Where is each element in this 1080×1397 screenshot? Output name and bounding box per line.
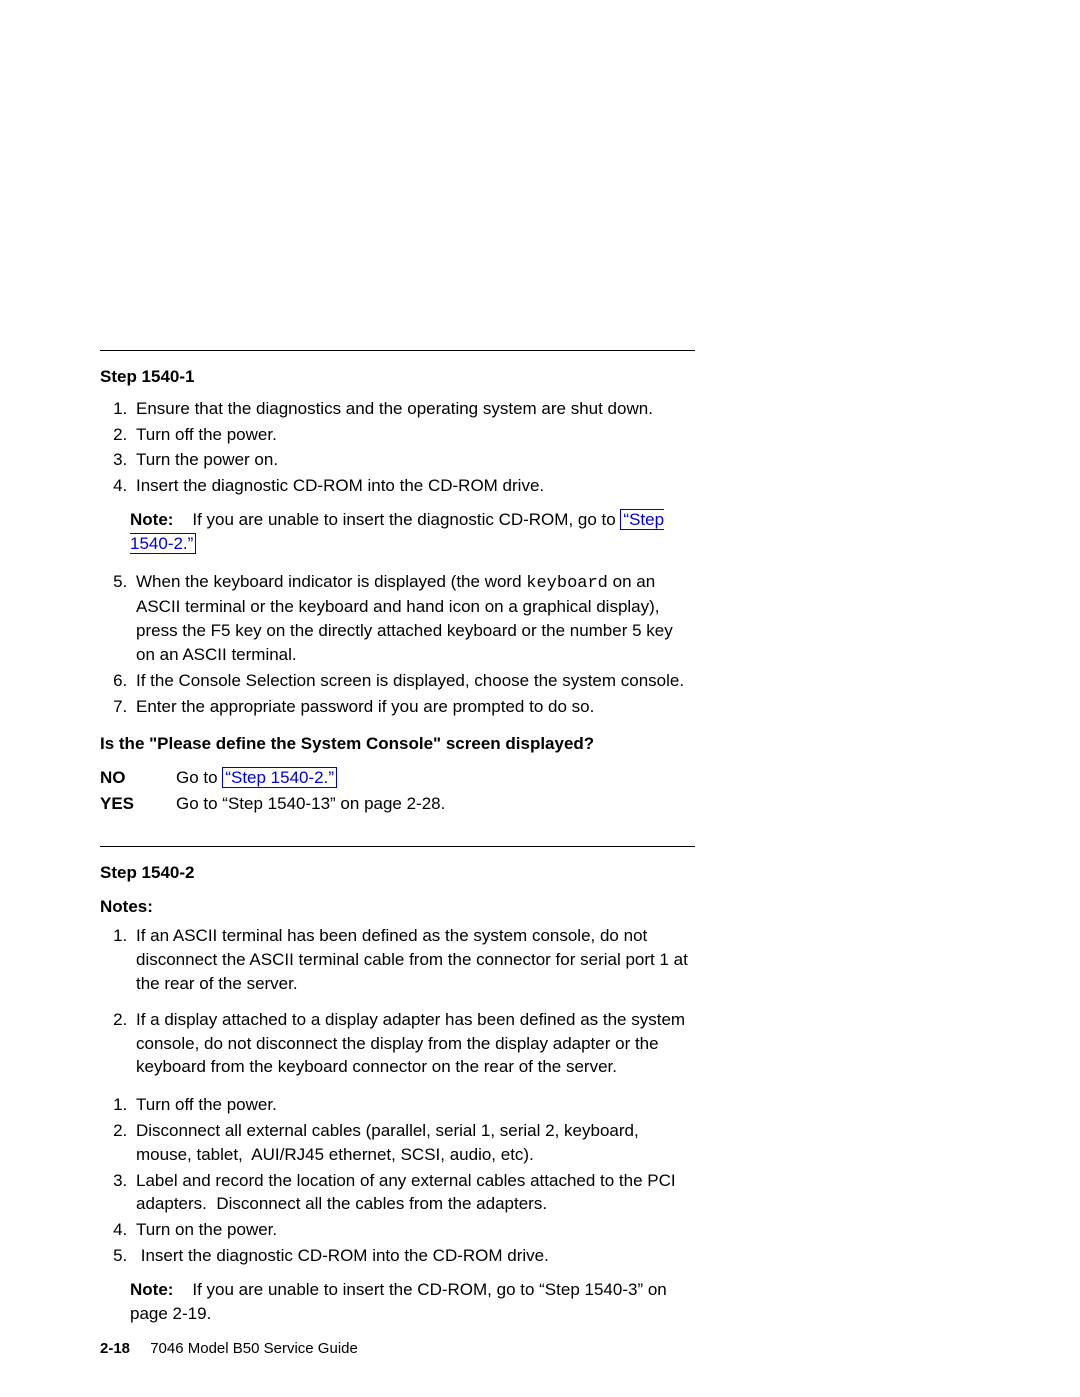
answer-yes-label: YES: [100, 792, 176, 816]
answer-no-value: Go to “Step 1540-2.”: [176, 766, 695, 790]
step2-note: Note: If you are unable to insert the CD…: [130, 1278, 695, 1326]
step-1540-1-title: Step 1540-1: [100, 365, 695, 389]
answer-no-row: NO Go to “Step 1540-2.”: [100, 766, 695, 790]
list-item: Turn off the power.: [132, 1093, 695, 1117]
divider-mid: [100, 846, 695, 847]
step1-question: Is the "Please define the System Console…: [100, 732, 695, 756]
link-step-1540-2-b[interactable]: “Step 1540-2.”: [222, 767, 337, 788]
list-item: If a display attached to a display adapt…: [132, 1008, 695, 1079]
list-item: If an ASCII terminal has been defined as…: [132, 924, 695, 995]
list-item: When the keyboard indicator is displayed…: [132, 570, 695, 667]
step2-notes-list: If an ASCII terminal has been defined as…: [100, 924, 695, 1079]
list-item: Insert the diagnostic CD-ROM into the CD…: [132, 1244, 695, 1268]
step-1540-2-title: Step 1540-2: [100, 861, 695, 885]
step2-steps-list: Turn off the power. Disconnect all exter…: [100, 1093, 695, 1268]
list-item: Ensure that the diagnostics and the oper…: [132, 397, 695, 421]
answer-no-label: NO: [100, 766, 176, 790]
page: Step 1540-1 Ensure that the diagnostics …: [0, 0, 1080, 1397]
list-item: Turn off the power.: [132, 423, 695, 447]
list-item: Disconnect all external cables (parallel…: [132, 1119, 695, 1167]
note-text: If you are unable to insert the CD-ROM, …: [130, 1280, 667, 1323]
answer-yes-row: YES Go to “Step 1540-13” on page 2-28.: [100, 792, 695, 816]
step1-list-b: When the keyboard indicator is displayed…: [100, 570, 695, 719]
list-item: Turn the power on.: [132, 448, 695, 472]
notes-heading: Notes:: [100, 895, 695, 919]
item5-keyword: keyboard: [526, 574, 608, 593]
note-text: If you are unable to insert the diagnost…: [192, 510, 620, 529]
page-footer: 2-18 7046 Model B50 Service Guide: [100, 1338, 358, 1359]
list-item: Insert the diagnostic CD-ROM into the CD…: [132, 474, 695, 498]
content-column: Step 1540-1 Ensure that the diagnostics …: [100, 350, 695, 1325]
item5-part-a: When the keyboard indicator is displayed…: [136, 572, 526, 591]
answer-no-text: Go to: [176, 768, 222, 787]
list-item: Enter the appropriate password if you ar…: [132, 695, 695, 719]
step1-list-a: Ensure that the diagnostics and the oper…: [100, 397, 695, 498]
divider-top: [100, 350, 695, 351]
list-item: Turn on the power.: [132, 1218, 695, 1242]
footer-title: 7046 Model B50 Service Guide: [150, 1340, 358, 1357]
list-item: Label and record the location of any ext…: [132, 1169, 695, 1217]
answer-yes-value: Go to “Step 1540-13” on page 2-28.: [176, 792, 695, 816]
note-label: Note:: [130, 1280, 173, 1299]
note-label: Note:: [130, 510, 173, 529]
list-item: If the Console Selection screen is displ…: [132, 669, 695, 693]
footer-page-number: 2-18: [100, 1340, 130, 1357]
step1-note: Note: If you are unable to insert the di…: [130, 508, 695, 556]
